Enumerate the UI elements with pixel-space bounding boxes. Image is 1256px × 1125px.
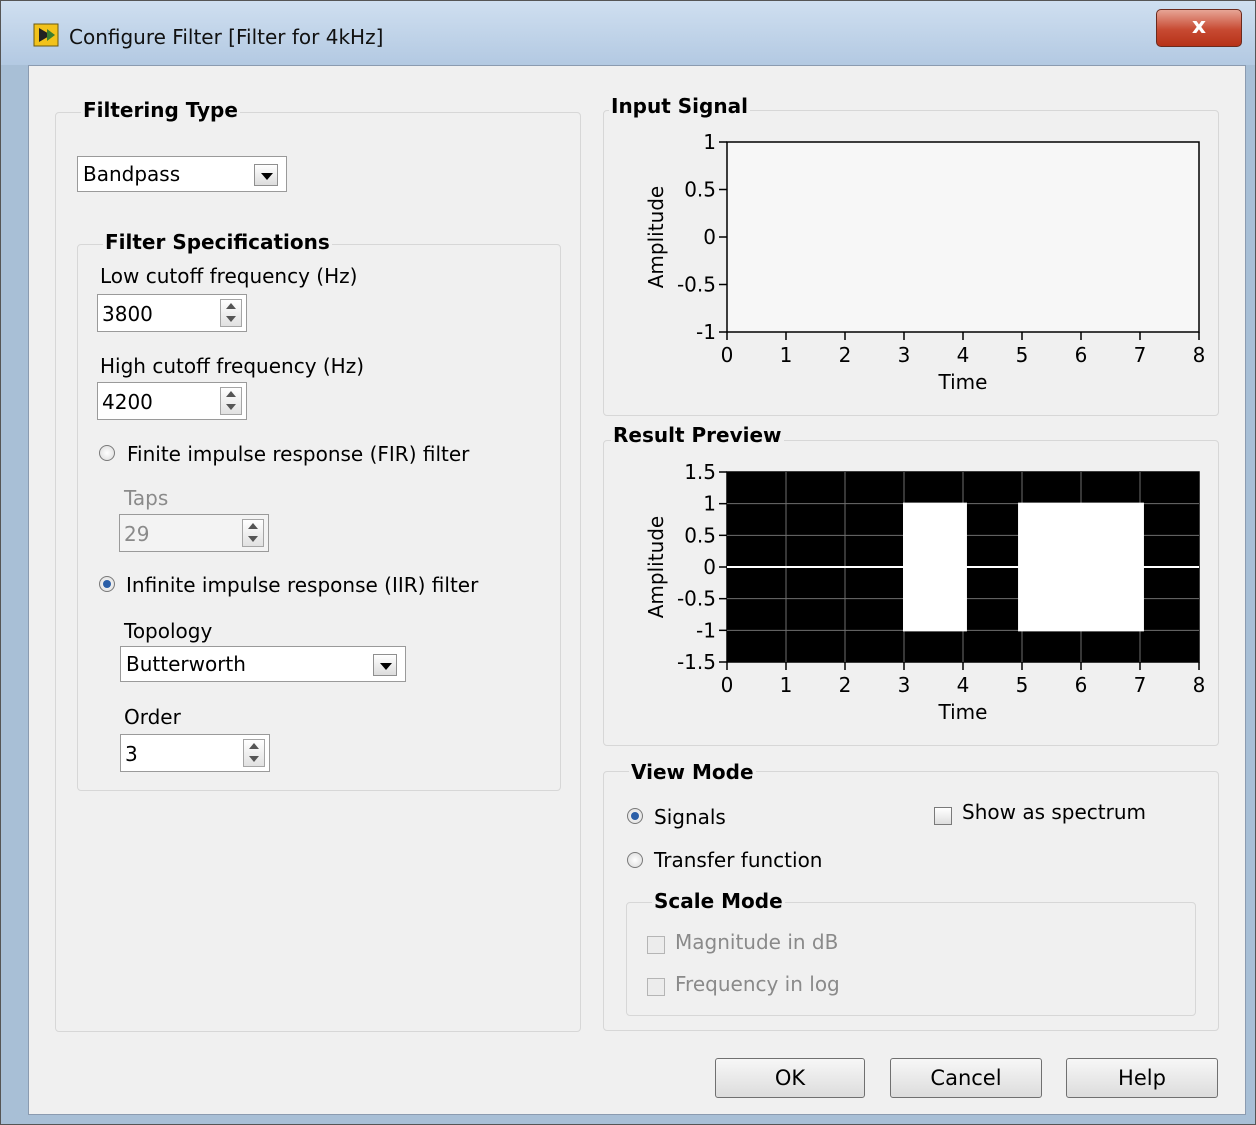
taps-stepper [242,519,264,547]
result-preview-y-tick-label: 1 [703,492,716,516]
dialog-body: Filtering Type Bandpass Filter Specifica… [28,65,1246,1115]
magnitude-db-label: Magnitude in dB [675,930,839,954]
result-preview-x-tick-label: 5 [1016,673,1029,697]
result-preview-x-tick-label: 4 [957,673,970,697]
input-signal-x-tick-label: 6 [1075,343,1088,367]
input-signal-x-tick-label: 7 [1134,343,1147,367]
result-preview-label: Result Preview [611,423,784,447]
magnitude-db-checkbox [647,936,665,954]
filter-specifications-label: Filter Specifications [103,230,332,254]
frequency-log-label: Frequency in log [675,972,840,996]
view-mode-label: View Mode [629,760,756,784]
high-cutoff-value: 4200 [102,390,153,414]
high-cutoff-input[interactable]: 4200 [97,382,247,420]
cancel-button[interactable]: Cancel [890,1058,1042,1098]
result-preview-y-tick-label: -1 [696,618,716,642]
input-signal-plot-area [726,141,1200,333]
input-signal-y-tick-label: 0.5 [684,178,716,202]
filtering-type-value: Bandpass [83,162,181,186]
input-signal-x-axis-label: Time [938,370,988,394]
ok-button[interactable]: OK [715,1058,865,1098]
topology-select[interactable]: Butterworth [120,646,406,682]
input-signal-y-tick-label: -1 [696,320,716,344]
result-preview-y-tick-label: 0.5 [684,523,716,547]
input-signal-y-tick-label: 0 [703,225,716,249]
high-cutoff-stepper[interactable] [220,387,242,415]
chevron-down-icon[interactable] [254,164,278,186]
order-label: Order [124,705,181,729]
low-cutoff-stepper[interactable] [220,299,242,327]
taps-input: 29 [119,514,269,552]
result-preview-chart[interactable]: 0 1 2 3 4 5 6 7 8 1.5 1 0.5 0 -0.5 -1 -1.5 Time Amplitude [603,450,1217,740]
show-spectrum-checkbox[interactable] [934,807,952,825]
input-signal-x-tick-label: 1 [780,343,793,367]
fir-radio[interactable] [99,445,115,461]
low-cutoff-input[interactable]: 3800 [97,294,247,332]
result-preview-x-tick-label: 7 [1134,673,1147,697]
show-spectrum-label[interactable]: Show as spectrum [962,800,1146,824]
iir-radio[interactable] [99,576,115,592]
input-signal-x-tick-label: 3 [898,343,911,367]
input-signal-x-tick-label: 2 [839,343,852,367]
transfer-function-label[interactable]: Transfer function [654,848,822,872]
labview-vi-icon [33,23,59,47]
low-cutoff-value: 3800 [102,302,153,326]
high-cutoff-label: High cutoff frequency (Hz) [100,354,365,378]
result-preview-y-tick-label: 1.5 [684,460,716,484]
filtering-type-select[interactable]: Bandpass [77,156,287,192]
scale-mode-label: Scale Mode [652,889,785,913]
taps-label: Taps [124,486,169,510]
result-preview-x-axis-label: Time [938,700,988,724]
order-input[interactable]: 3 [120,734,270,772]
filtering-type-label: Filtering Type [81,98,240,122]
result-preview-x-tick-label: 0 [721,673,734,697]
window-title: Configure Filter [Filter for 4kHz] [69,25,384,49]
close-icon: x [1191,14,1207,39]
input-signal-x-tick-label: 4 [957,343,970,367]
chevron-down-icon[interactable] [373,654,397,676]
help-button[interactable]: Help [1066,1058,1218,1098]
input-signal-chart[interactable]: 0 1 2 3 4 5 6 7 8 1 0.5 0 -0.5 -1 Time Amplitude [603,120,1217,410]
result-preview-y-tick-label: -0.5 [677,587,716,611]
input-signal-y-axis-label: Amplitude [644,186,668,289]
order-stepper[interactable] [243,739,265,767]
topology-label: Topology [124,619,213,643]
order-value: 3 [125,742,138,766]
input-signal-x-tick-label: 0 [721,343,734,367]
result-preview-y-tick-label: 0 [703,555,716,579]
frequency-log-checkbox [647,978,665,996]
result-preview-x-tick-label: 2 [839,673,852,697]
taps-value: 29 [124,522,150,546]
dialog-window: Configure Filter [Filter for 4kHz] x Fil… [0,0,1256,1125]
low-cutoff-label: Low cutoff frequency (Hz) [100,264,358,288]
close-button[interactable]: x [1156,9,1242,47]
input-signal-y-tick-label: 1 [703,130,716,154]
input-signal-label: Input Signal [609,94,750,118]
transfer-function-radio[interactable] [627,852,643,868]
fir-label[interactable]: Finite impulse response (FIR) filter [127,442,469,466]
result-preview-x-tick-label: 1 [780,673,793,697]
input-signal-x-tick-label: 5 [1016,343,1029,367]
signals-radio[interactable] [627,808,643,824]
signals-label[interactable]: Signals [654,805,726,829]
scale-mode-group [626,902,1196,1016]
result-preview-x-tick-label: 3 [898,673,911,697]
topology-value: Butterworth [126,652,246,676]
iir-label[interactable]: Infinite impulse response (IIR) filter [126,573,478,597]
result-preview-y-axis-label: Amplitude [644,516,668,619]
result-preview-x-tick-label: 6 [1075,673,1088,697]
input-signal-y-tick-label: -0.5 [677,273,716,297]
result-preview-x-tick-label: 8 [1193,673,1206,697]
result-preview-y-tick-label: -1.5 [677,650,716,674]
title-bar[interactable]: Configure Filter [Filter for 4kHz] x [1,1,1255,65]
input-signal-x-tick-label: 8 [1193,343,1206,367]
